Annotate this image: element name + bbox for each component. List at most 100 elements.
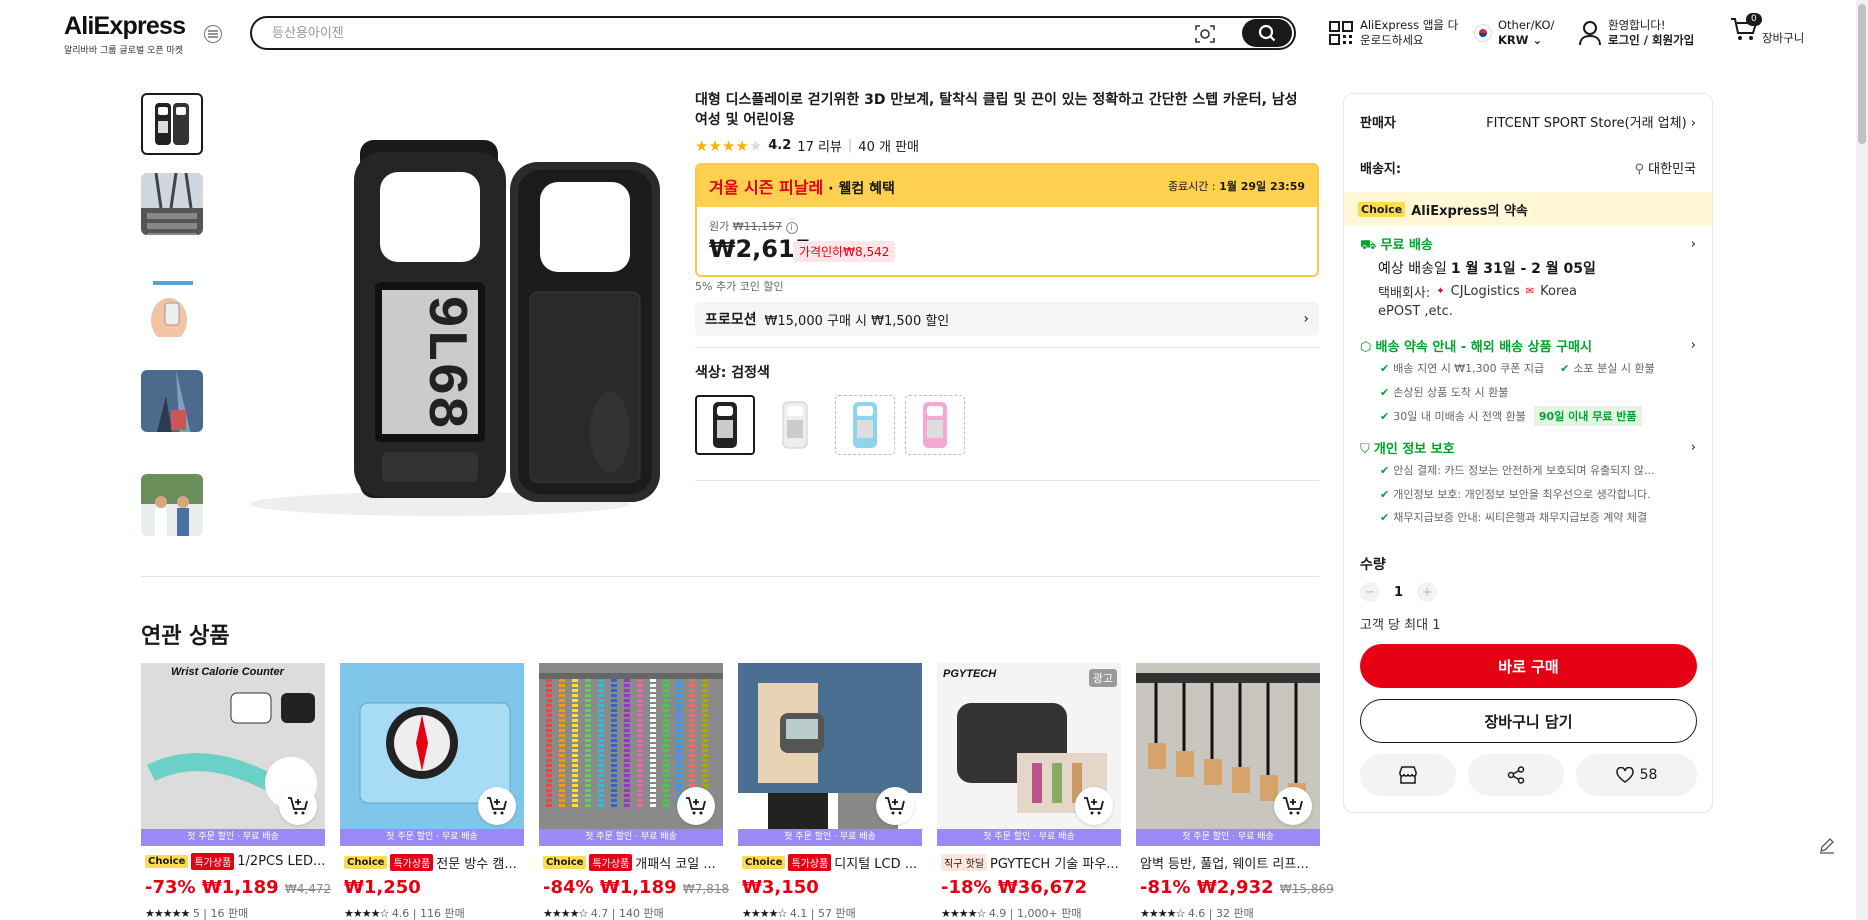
- share-button[interactable]: [1468, 754, 1564, 796]
- first-order-band: 첫 주문 할인 · 무료 배송: [539, 829, 723, 846]
- store-icon: [1399, 766, 1417, 784]
- original-price: ₩11,157: [732, 220, 783, 233]
- product-sold: 32 판매: [1216, 907, 1254, 920]
- buy-now-button[interactable]: 바로 구매: [1360, 644, 1697, 688]
- feedback-edit-icon[interactable]: [1818, 836, 1836, 858]
- add-to-cart-icon-button[interactable]: [677, 787, 715, 825]
- max-per-customer: 고객 당 최대 1: [1360, 618, 1441, 633]
- chevron-right-icon: ›: [1690, 338, 1696, 353]
- color-swatch-white[interactable]: [765, 395, 825, 455]
- korea-post-icon: ✉: [1525, 286, 1535, 297]
- cart-label: 장바구니: [1762, 30, 1805, 45]
- product-price: ₩3,150: [742, 877, 819, 898]
- first-order-band: 첫 주문 할인 · 무료 배송: [937, 829, 1121, 846]
- privacy-1: 안심 결제: 카드 정보는 안전하게 보호되며 유출되지 않...: [1393, 464, 1655, 477]
- guarantee-3: 손상된 상품 도착 시 환불: [1393, 386, 1509, 399]
- page-scrollbar[interactable]: [1856, 0, 1868, 920]
- cart-plus-icon: [885, 797, 905, 815]
- store-button[interactable]: [1360, 754, 1456, 796]
- eta-dates: 1 월 31일 - 2 월 05일: [1450, 261, 1596, 277]
- coin-discount: 5% 추가 코인 할인: [695, 280, 784, 293]
- product-tag: Choice: [742, 856, 786, 869]
- related-product-card[interactable]: PGYTECH 광고 첫 주문 할인 · 무료 배송 직구 핫딜 PGYTECH 기술 …: [937, 663, 1121, 920]
- rating-row[interactable]: ★★★★★ 4.2 17 리뷰 | 40 개 판매: [695, 136, 919, 156]
- free-shipping-row[interactable]: ⛟ 무료 배송 ›: [1360, 234, 1696, 255]
- add-to-cart-icon-button[interactable]: [1075, 787, 1113, 825]
- search-button[interactable]: [1242, 19, 1292, 47]
- seller-link[interactable]: FITCENT SPORT Store(거래 업체) ›: [1486, 112, 1696, 131]
- thumbnail-4[interactable]: [141, 370, 203, 432]
- check-icon: ✔: [1380, 362, 1390, 375]
- cart-button[interactable]: 0 장바구니: [1730, 13, 1805, 46]
- info-icon[interactable]: i: [785, 222, 798, 234]
- thumbnail-1[interactable]: [141, 93, 203, 155]
- rating-value: 4.2: [768, 138, 792, 153]
- add-to-cart-icon-button[interactable]: [1274, 787, 1312, 825]
- check-icon: ✔: [1560, 362, 1570, 375]
- thumbnail-3[interactable]: [141, 275, 203, 337]
- product-tag: Choice: [145, 855, 189, 868]
- related-product-card[interactable]: 첫 주문 할인 · 무료 배송 암벽 등반, 풀업, 웨이트 리프... -81% …: [1136, 663, 1334, 920]
- wishlist-count: 58: [1639, 767, 1658, 783]
- app-download[interactable]: AliExpress 앱을 다 운로드하세요: [1328, 18, 1458, 48]
- related-product-card[interactable]: 첫 주문 할인 · 무료 배송 Choice 특가상품 전문 방수 캠... ₩1,25…: [340, 663, 524, 920]
- free-return-badge: 90일 이내 무료 반품: [1533, 406, 1642, 426]
- product-name: 1/2PCS LED...: [237, 854, 325, 869]
- heart-icon: [1615, 767, 1634, 783]
- location-pin-icon: ⚲: [1634, 162, 1645, 177]
- ship-to-label: 배송지:: [1360, 162, 1402, 177]
- chevron-right-icon: ›: [1303, 311, 1309, 327]
- product-rating: 5: [192, 907, 200, 920]
- product-name: 전문 방수 캠...: [436, 857, 517, 872]
- product-original-price: ₩7,818: [682, 882, 730, 896]
- deal-tag: 특가상품: [191, 853, 235, 870]
- image-search-icon[interactable]: [1194, 23, 1216, 45]
- check-icon: ✔: [1380, 511, 1390, 524]
- star-icon: ★: [748, 136, 763, 155]
- quantity-decrease-button[interactable]: −: [1360, 582, 1380, 602]
- guarantee-2: 소포 분실 시 환불: [1573, 362, 1655, 375]
- product-price: ₩1,189: [201, 877, 279, 898]
- product-discount: -84%: [543, 877, 594, 898]
- product-sold: 140 판매: [619, 907, 664, 920]
- account-menu[interactable]: 환영합니다! 로그인 / 회원가입: [1578, 18, 1694, 48]
- deal-tag: 특가상품: [390, 854, 434, 871]
- ship-to-selector[interactable]: ⚲ 대한민국: [1634, 158, 1696, 177]
- aliexpress-logo[interactable]: AliExpress 알리바바 그룹 글로벌 오픈 마켓: [64, 12, 186, 56]
- sold-count: 40 개 판매: [858, 140, 919, 155]
- add-to-cart-button[interactable]: 장바구니 담기: [1360, 699, 1697, 743]
- quantity-label: 수량: [1360, 557, 1386, 573]
- related-product-card[interactable]: Wrist Calorie Counter 첫 주문 할인 · 무료 배송 Choi…: [141, 663, 331, 920]
- end-time: 1월 29일 23:59: [1219, 180, 1305, 193]
- color-swatch-pink[interactable]: [905, 395, 965, 455]
- banner-title: 겨울 시즌 피날레: [709, 178, 824, 197]
- locale-selector[interactable]: Other/KO/KRW ⌄: [1474, 18, 1554, 48]
- product-sold: 57 판매: [818, 907, 856, 920]
- category-menu-icon[interactable]: [204, 25, 222, 43]
- promotion-row[interactable]: 프로모션 ₩15,000 구매 시 ₩1,500 할인 ›: [695, 302, 1319, 336]
- app-download-line1: AliExpress 앱을 다: [1360, 18, 1459, 32]
- rating-stars: ★★★★☆: [543, 907, 588, 920]
- add-to-cart-icon-button[interactable]: [478, 787, 516, 825]
- product-rating: 4.9: [988, 907, 1007, 920]
- add-to-cart-icon-button[interactable]: [279, 787, 317, 825]
- thumbnail-2[interactable]: [141, 173, 203, 235]
- related-product-card[interactable]: 첫 주문 할인 · 무료 배송 Choice 특가상품 디지털 LCD ... ₩3,1…: [738, 663, 922, 920]
- color-swatch-black[interactable]: [695, 395, 755, 455]
- search-input[interactable]: [272, 23, 1172, 43]
- thumbnail-5[interactable]: [141, 474, 203, 536]
- related-product-card[interactable]: 첫 주문 할인 · 무료 배송 Choice 특가상품 개패식 코일 ... -84% …: [539, 663, 729, 920]
- scrollbar-thumb[interactable]: [1858, 4, 1866, 144]
- color-swatch-blue[interactable]: [835, 395, 895, 455]
- delivery-guarantee-row[interactable]: ⬡ 배송 약속 안내 - 해외 배송 상품 구매시 ›: [1360, 336, 1696, 355]
- quantity-increase-button[interactable]: +: [1417, 582, 1438, 602]
- privacy-row[interactable]: ⛉ 개인 정보 보호 ›: [1360, 438, 1696, 457]
- wishlist-button[interactable]: 58: [1576, 754, 1697, 796]
- cart-plus-icon: [1283, 797, 1303, 815]
- product-rating: 4.7: [590, 907, 609, 920]
- privacy-shield-icon: ⛉: [1360, 442, 1370, 457]
- color-label: 색상: 검정색: [695, 365, 770, 381]
- promotion-text: ₩15,000 구매 시 ₩1,500 할인: [764, 313, 950, 329]
- add-to-cart-icon-button[interactable]: [876, 787, 914, 825]
- main-product-image[interactable]: 9L68: [210, 92, 672, 552]
